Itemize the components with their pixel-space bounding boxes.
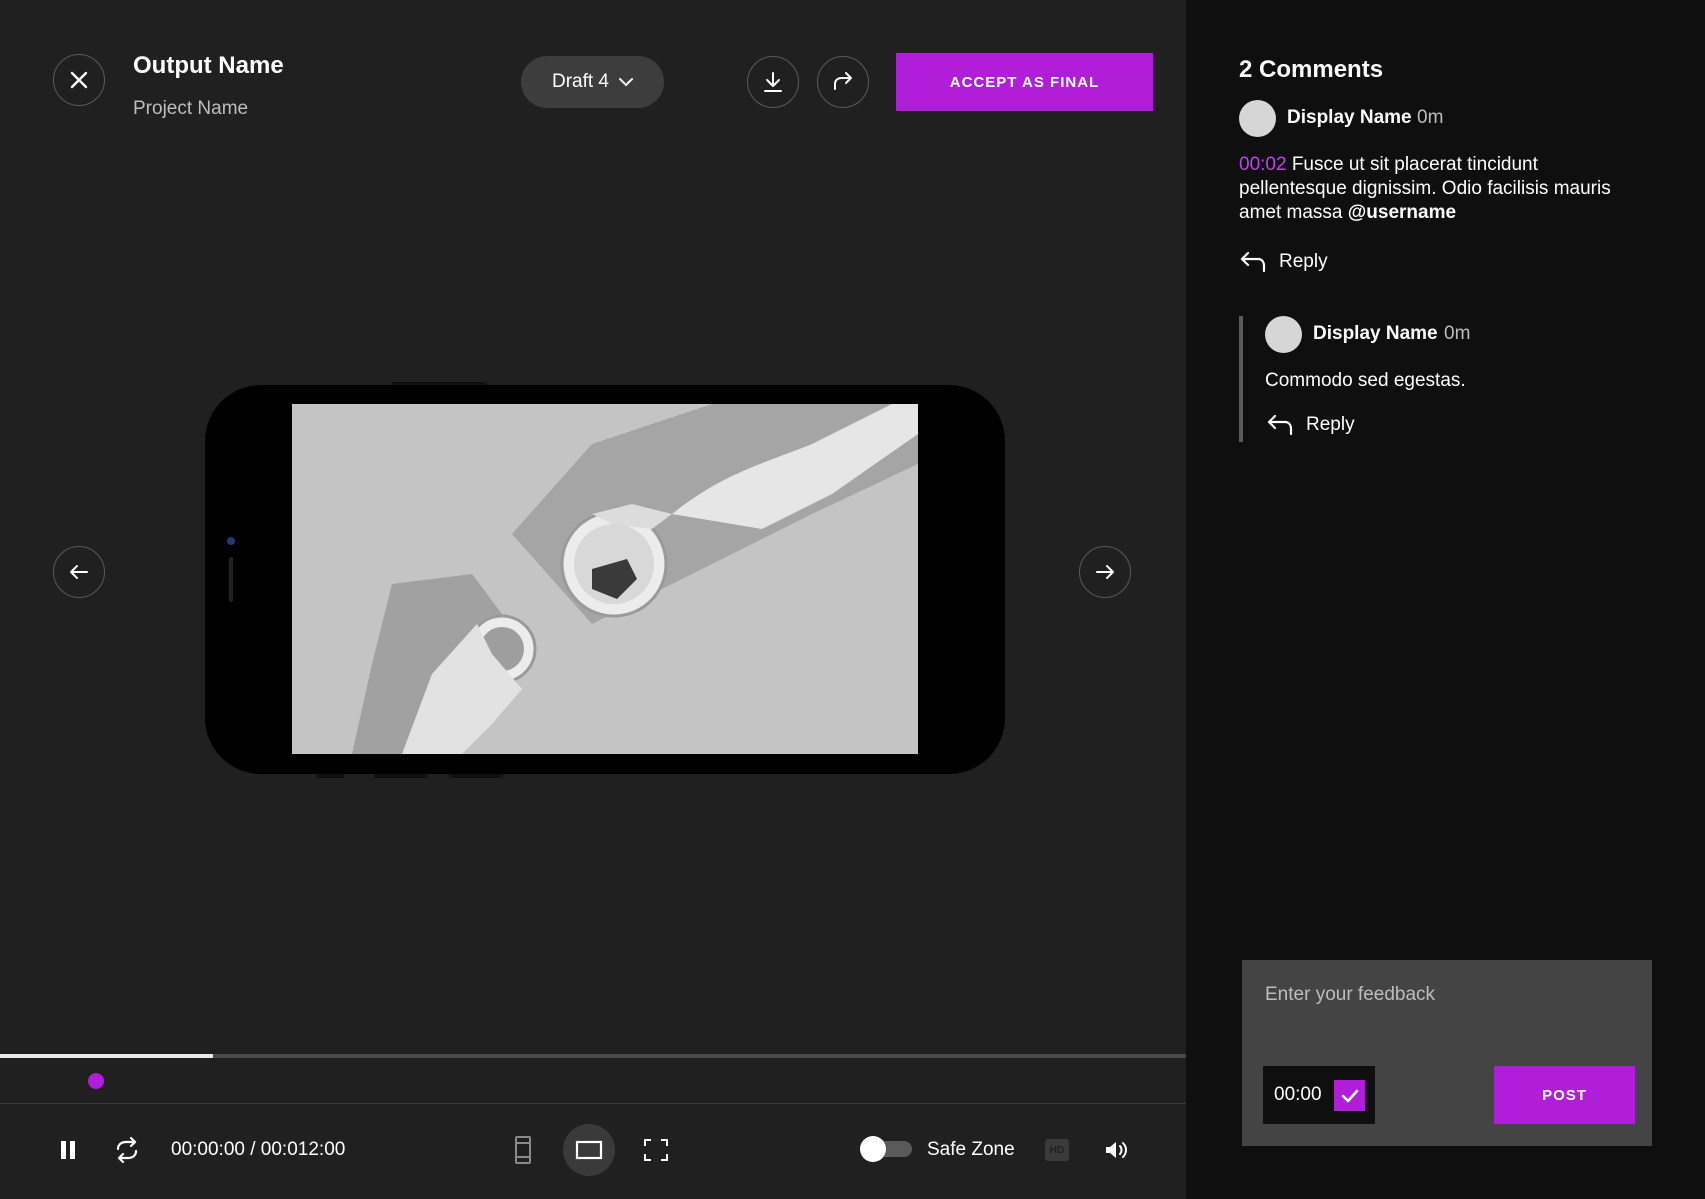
avatar [1265, 316, 1302, 353]
loop-button[interactable] [112, 1136, 142, 1164]
chevron-down-icon [619, 77, 634, 86]
close-icon [70, 71, 88, 89]
reply-button[interactable]: Reply [1266, 413, 1355, 437]
volume-icon [1106, 1142, 1127, 1158]
comment-text: Commodo sed egestas. [1265, 370, 1466, 391]
safe-zone-label: Safe Zone [927, 1139, 1015, 1160]
feedback-composer: 00:00 POST [1242, 960, 1652, 1146]
reply-icon [1240, 251, 1266, 273]
comment-author: Display Name [1287, 107, 1412, 128]
mention-link[interactable]: @username [1348, 202, 1456, 223]
progress-bar[interactable] [0, 1054, 1186, 1058]
arrow-left-icon [70, 565, 88, 579]
video-frame-image [292, 404, 918, 754]
thread-indicator [1239, 316, 1243, 442]
download-icon [764, 72, 782, 92]
pause-button[interactable] [55, 1137, 81, 1163]
post-button[interactable]: POST [1494, 1066, 1635, 1124]
comment-time: 0m [1417, 107, 1444, 128]
comment-author: Display Name [1313, 323, 1438, 344]
share-arrow-icon [834, 72, 852, 90]
volume-button[interactable] [1101, 1134, 1133, 1166]
previous-button[interactable] [53, 546, 105, 598]
time-display: 00:00:00 / 00:012:00 [171, 1139, 346, 1160]
comment-marker[interactable] [88, 1073, 104, 1089]
portrait-phone-icon [515, 1136, 531, 1164]
video-preview[interactable] [292, 404, 918, 754]
loop-icon [116, 1137, 138, 1163]
feedback-timestamp: 00:00 [1274, 1084, 1322, 1105]
download-button[interactable] [747, 56, 799, 108]
timestamp-chip: 00:00 [1263, 1066, 1375, 1124]
comment-timestamp-link[interactable]: 00:02 [1239, 154, 1287, 175]
landscape-screen-icon [575, 1140, 603, 1160]
comments-title: 2 Comments [1239, 56, 1384, 83]
project-name: Project Name [133, 98, 249, 119]
fullscreen-button[interactable] [640, 1134, 672, 1166]
landscape-view-button[interactable] [563, 1124, 615, 1176]
share-button[interactable] [817, 56, 869, 108]
portrait-view-button[interactable] [508, 1132, 538, 1168]
hd-button[interactable]: HD [1045, 1139, 1069, 1161]
timestamp-checkbox[interactable] [1334, 1080, 1365, 1111]
comment-time: 0m [1444, 323, 1471, 344]
reply-label: Reply [1306, 414, 1355, 435]
speaker-slot [229, 557, 233, 602]
checkmark-icon [1341, 1089, 1358, 1102]
arrow-right-icon [1096, 565, 1114, 579]
fullscreen-icon [644, 1139, 668, 1161]
close-button[interactable] [53, 54, 105, 106]
draft-label: Draft 4 [551, 71, 610, 92]
output-name: Output Name [133, 52, 284, 79]
feedback-input[interactable] [1263, 983, 1627, 1007]
reply-button[interactable]: Reply [1239, 250, 1328, 274]
comment-text: 00:02 Fusce ut sit placerat tincidunt pe… [1239, 153, 1639, 225]
player-area: Output Name Project Name Draft 4 ACCEPT … [0, 0, 1186, 1199]
next-button[interactable] [1079, 546, 1131, 598]
draft-dropdown[interactable]: Draft 4 [521, 56, 664, 108]
safe-zone-toggle[interactable] [860, 1136, 912, 1162]
toggle-knob [860, 1136, 886, 1162]
progress-fill [0, 1054, 214, 1058]
accept-as-final-button[interactable]: ACCEPT AS FINAL [896, 53, 1153, 111]
reply-label: Reply [1279, 251, 1328, 272]
reply-icon [1267, 414, 1293, 436]
pause-icon [61, 1141, 75, 1159]
controls-divider [0, 1103, 1186, 1104]
camera-dot [227, 537, 235, 545]
avatar [1239, 100, 1276, 137]
